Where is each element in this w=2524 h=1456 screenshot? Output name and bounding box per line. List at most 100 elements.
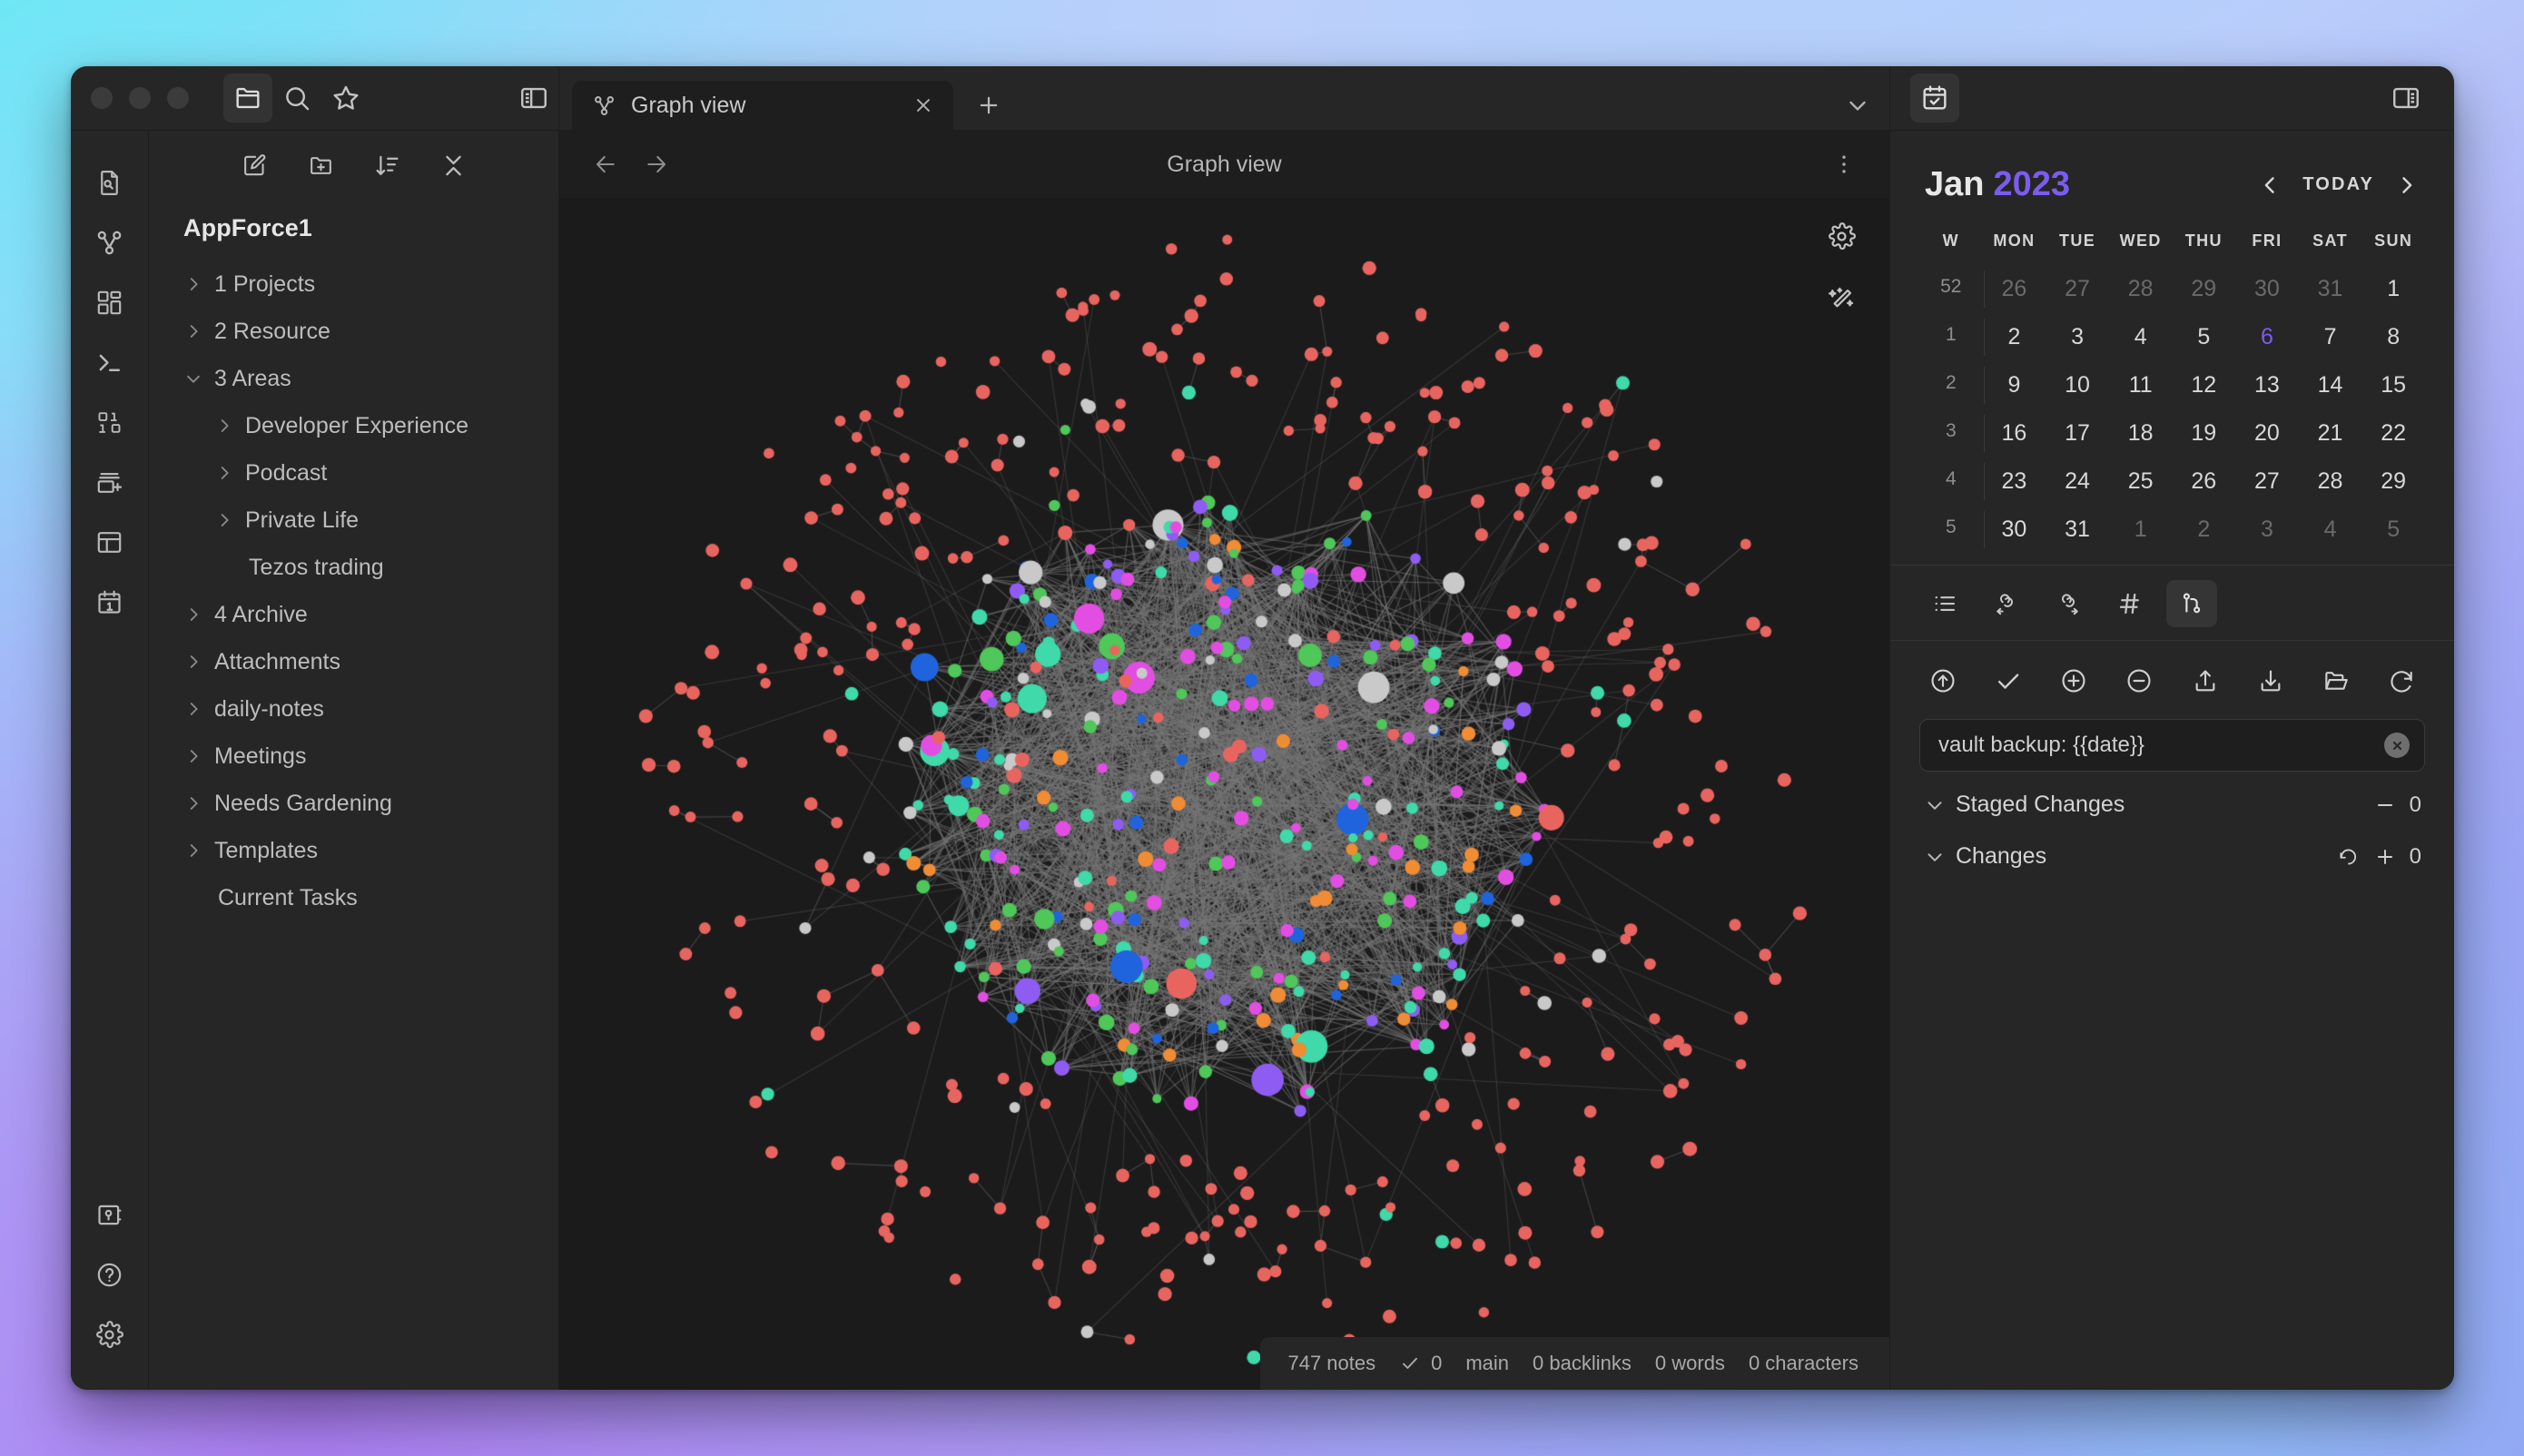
tree-folder[interactable]: 3 Areas xyxy=(149,355,558,402)
toggle-left-sidebar-icon[interactable] xyxy=(509,74,558,123)
calendar-week-number[interactable]: 3 xyxy=(1919,409,1985,457)
today-button[interactable]: TODAY xyxy=(2302,174,2374,195)
calendar-day[interactable]: 18 xyxy=(2109,409,2173,457)
calendar-week-number[interactable]: 4 xyxy=(1919,457,1985,506)
new-note-icon[interactable] xyxy=(241,152,269,180)
calendar-day[interactable]: 1 xyxy=(2361,265,2425,313)
tree-folder[interactable]: Developer Experience xyxy=(149,402,558,449)
calendar-year[interactable]: 2023 xyxy=(1993,165,2070,203)
chevron-right-icon[interactable] xyxy=(214,416,245,436)
graph-view[interactable]: 747 notes 0 main 0 backlinks 0 words 0 c… xyxy=(559,198,1889,1390)
outgoing-links-icon[interactable] xyxy=(2043,580,2094,627)
git-branch-name[interactable]: main xyxy=(1465,1352,1509,1375)
tree-folder[interactable]: 4 Archive xyxy=(149,591,558,638)
calendar-day[interactable]: 2 xyxy=(1983,313,2046,361)
stage-all-icon[interactable] xyxy=(2059,666,2088,695)
calendar-day[interactable]: 28 xyxy=(2299,457,2362,506)
calendar-day[interactable]: 31 xyxy=(2046,506,2109,554)
more-options-icon[interactable] xyxy=(1831,152,1857,177)
collapse-all-icon[interactable] xyxy=(439,152,468,180)
binary-icon[interactable] xyxy=(84,396,136,448)
calendar-day[interactable]: 3 xyxy=(2235,506,2299,554)
commit-message-input[interactable]: vault backup: {{date}} xyxy=(1919,719,2425,772)
settings-gear-icon[interactable] xyxy=(84,1308,136,1361)
forward-arrow-icon[interactable] xyxy=(643,151,670,178)
calendar-day[interactable]: 13 xyxy=(2235,361,2299,409)
chevron-right-icon[interactable] xyxy=(183,841,214,861)
calendar-week-number[interactable]: 5 xyxy=(1919,506,1985,554)
chevron-right-icon[interactable] xyxy=(183,746,214,766)
file-search-icon[interactable] xyxy=(84,156,136,209)
calendar-day[interactable]: 30 xyxy=(1983,506,2046,554)
graph-settings-gear-icon[interactable] xyxy=(1827,221,1857,251)
magic-wand-icon[interactable] xyxy=(1827,284,1857,314)
minus-icon[interactable] xyxy=(2373,793,2397,817)
chevron-down-icon[interactable] xyxy=(183,369,214,389)
calendar-day[interactable]: 29 xyxy=(2361,457,2425,506)
search-icon[interactable] xyxy=(272,74,321,123)
calendar-day[interactable]: 9 xyxy=(1983,361,2046,409)
new-tab-button[interactable] xyxy=(966,83,1011,128)
star-icon[interactable] xyxy=(321,74,370,123)
calendar-day[interactable]: 5 xyxy=(2173,313,2236,361)
new-canvas-icon[interactable] xyxy=(84,456,136,508)
staged-changes-section[interactable]: Staged Changes 0 xyxy=(1919,772,2425,823)
back-arrow-icon[interactable] xyxy=(592,151,619,178)
graph-icon[interactable] xyxy=(84,216,136,269)
tags-icon[interactable] xyxy=(2105,580,2155,627)
open-folder-icon[interactable] xyxy=(2322,666,2351,695)
chevron-right-icon[interactable] xyxy=(183,321,214,341)
chevron-right-icon[interactable] xyxy=(214,510,245,530)
tree-file[interactable]: Tezos trading xyxy=(149,544,558,591)
chevron-right-icon[interactable] xyxy=(183,699,214,719)
pull-icon[interactable] xyxy=(2256,666,2285,695)
refresh-icon[interactable] xyxy=(2387,666,2416,695)
calendar-day[interactable]: 25 xyxy=(2109,457,2173,506)
calendar-day[interactable]: 1 xyxy=(2109,506,2173,554)
calendar-icon[interactable] xyxy=(84,576,136,628)
calendar-day[interactable]: 21 xyxy=(2299,409,2362,457)
calendar-week-number[interactable]: 52 xyxy=(1919,265,1985,313)
calendar-day[interactable]: 23 xyxy=(1983,457,2046,506)
tree-folder[interactable]: daily-notes xyxy=(149,685,558,733)
tree-folder[interactable]: 2 Resource xyxy=(149,308,558,355)
calendar-day[interactable]: 4 xyxy=(2299,506,2362,554)
backlinks-icon[interactable] xyxy=(1981,580,2032,627)
dashboard-blocks-icon[interactable] xyxy=(84,276,136,329)
calendar-day[interactable]: 26 xyxy=(2173,457,2236,506)
chevron-right-icon[interactable] xyxy=(183,605,214,625)
new-folder-icon[interactable] xyxy=(307,152,335,180)
maximize-window-button[interactable] xyxy=(167,87,189,109)
vault-name[interactable]: AppForce1 xyxy=(149,205,558,261)
close-window-button[interactable] xyxy=(91,87,113,109)
plus-icon[interactable] xyxy=(2373,845,2397,869)
calendar-week-number[interactable]: 2 xyxy=(1919,361,1985,409)
commit-push-icon[interactable] xyxy=(1928,666,1957,695)
changes-section[interactable]: Changes 0 xyxy=(1919,823,2425,875)
tab-graph-view[interactable]: Graph view xyxy=(572,81,953,130)
chevron-right-icon[interactable] xyxy=(214,463,245,483)
calendar-day[interactable]: 31 xyxy=(2299,265,2362,313)
tree-folder[interactable]: Podcast xyxy=(149,449,558,497)
calendar-day[interactable]: 26 xyxy=(1983,265,2046,313)
tree-folder[interactable]: Meetings xyxy=(149,733,558,780)
calendar-month[interactable]: Jan xyxy=(1925,165,1984,203)
calendar-day[interactable]: 3 xyxy=(2046,313,2109,361)
calendar-day[interactable]: 11 xyxy=(2109,361,2173,409)
outline-list-icon[interactable] xyxy=(1919,580,1970,627)
git-status[interactable]: 0 xyxy=(1399,1352,1442,1375)
commit-check-icon[interactable] xyxy=(1994,666,2023,695)
calendar-day[interactable]: 10 xyxy=(2046,361,2109,409)
calendar-day[interactable]: 29 xyxy=(2173,265,2236,313)
calendar-day[interactable]: 24 xyxy=(2046,457,2109,506)
chevron-right-icon[interactable] xyxy=(183,652,214,672)
calendar-day[interactable]: 28 xyxy=(2109,265,2173,313)
files-icon[interactable] xyxy=(223,74,272,123)
tree-file[interactable]: Current Tasks xyxy=(149,874,558,921)
calendar-day[interactable]: 17 xyxy=(2046,409,2109,457)
calendar-day[interactable]: 27 xyxy=(2046,265,2109,313)
tab-list-button[interactable] xyxy=(1844,92,1871,119)
calendar-day[interactable]: 4 xyxy=(2109,313,2173,361)
calendar-day[interactable]: 20 xyxy=(2235,409,2299,457)
graph-canvas[interactable] xyxy=(559,198,1889,1390)
